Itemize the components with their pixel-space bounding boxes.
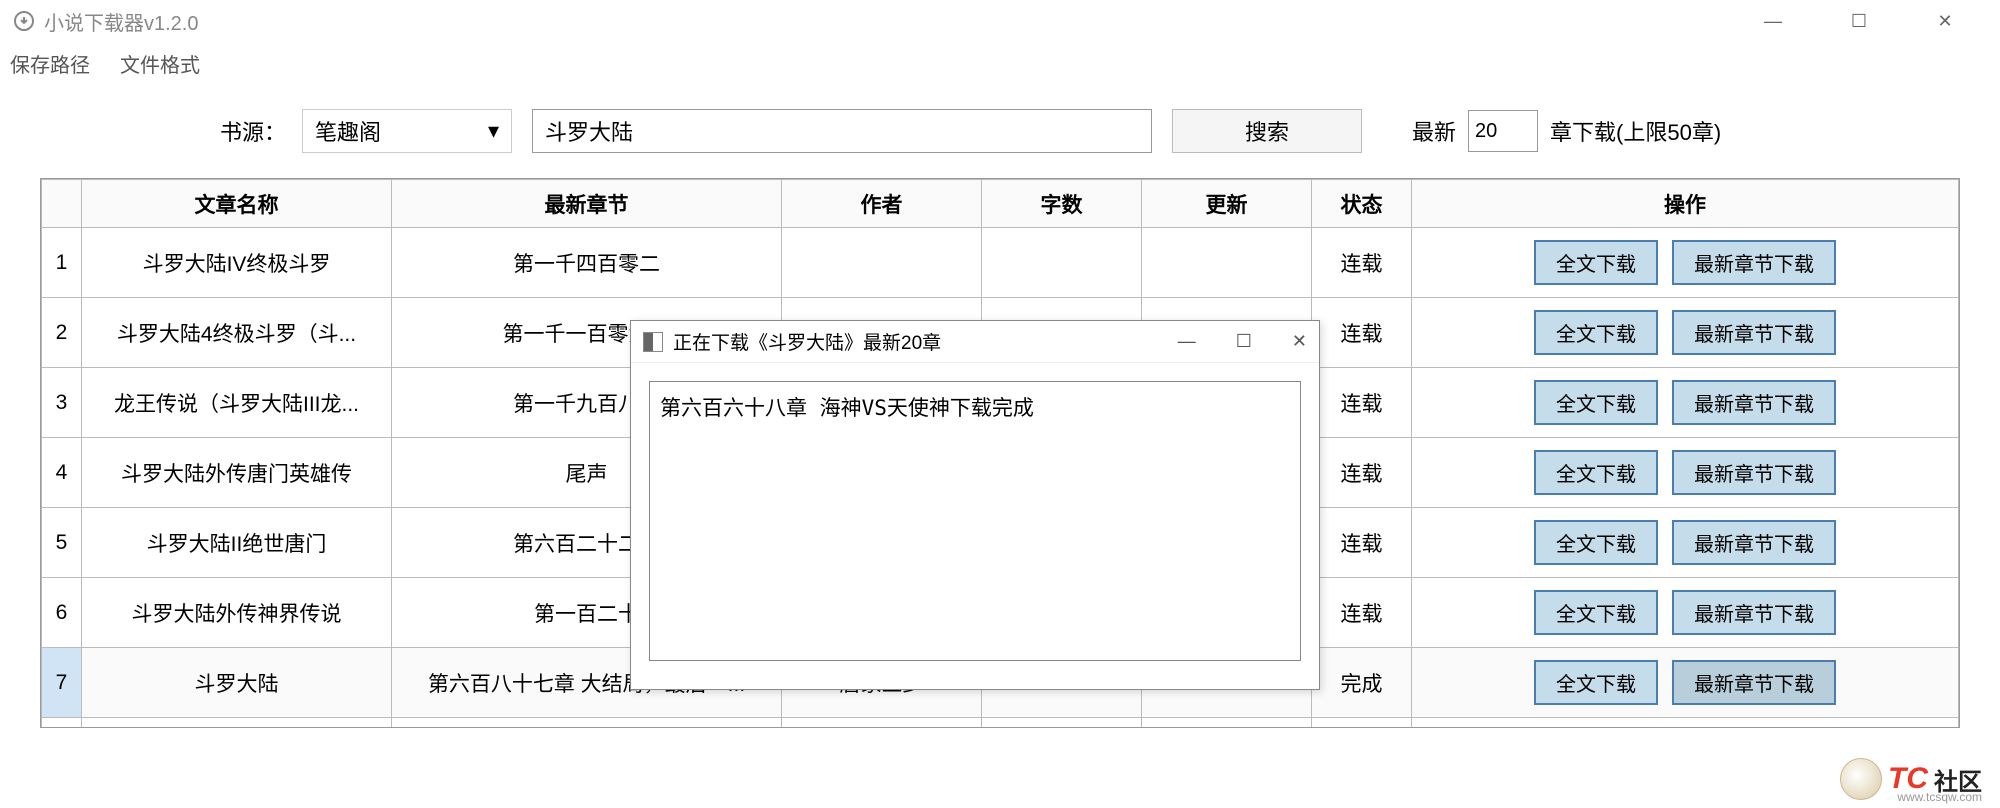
search-button[interactable]: 搜索: [1172, 109, 1362, 153]
latest-download-button[interactable]: 最新章节下载: [1672, 380, 1836, 425]
watermark-url: www.tcsqw.com: [1897, 790, 1982, 804]
row-index: 8: [42, 718, 82, 729]
cell-update: 19-07-11: [1142, 718, 1312, 729]
cell-actions: 全文下载 最新章节下载: [1412, 228, 1959, 298]
source-select[interactable]: 笔趣阁 ▾: [302, 109, 512, 153]
watermark: TC 社区 www.tcsqw.com: [1840, 758, 1982, 800]
search-input[interactable]: [532, 109, 1152, 153]
titlebar: 小说下载器v1.2.0 — ☐ ✕: [0, 0, 2000, 42]
mascot-icon: [1840, 758, 1882, 800]
cell-name: 龙王传说（斗罗大陆III龙...: [82, 368, 392, 438]
latest-download-button[interactable]: 最新章节下载: [1672, 590, 1836, 635]
dialog-controls: — ☐ ✕: [1178, 331, 1307, 352]
source-value: 笔趣阁: [315, 115, 381, 147]
table-row[interactable]: 1 斗罗大陆IV终极斗罗 第一千四百零二 连载 全文下载 最新章节下载: [42, 228, 1959, 298]
cell-name: 斗罗大陆II绝世唐门: [82, 508, 392, 578]
cell-update: [1142, 228, 1312, 298]
close-button[interactable]: ✕: [1922, 5, 1968, 37]
cell-name: 斗罗大陆: [82, 648, 392, 718]
window-controls: — ☐ ✕: [1750, 5, 1988, 37]
col-header-update: 更新: [1142, 180, 1312, 228]
col-header-words: 字数: [982, 180, 1142, 228]
menu-file-format[interactable]: 文件格式: [120, 49, 200, 78]
full-download-button[interactable]: 全文下载: [1534, 380, 1658, 425]
row-index: 6: [42, 578, 82, 648]
row-index: 1: [42, 228, 82, 298]
dialog-title: 正在下载《斗罗大陆》最新20章: [673, 328, 941, 355]
dialog-maximize-button[interactable]: ☐: [1236, 331, 1252, 352]
app-icon: [12, 9, 36, 33]
dialog-icon: [643, 332, 663, 352]
cell-actions: 全文下载 最新章节下载: [1412, 648, 1959, 718]
dialog-minimize-button[interactable]: —: [1178, 331, 1196, 352]
cell-actions: 全文下载 最新章节下载: [1412, 368, 1959, 438]
dialog-log[interactable]: [649, 381, 1301, 661]
cell-actions: 全文下载 最新章节下载: [1412, 508, 1959, 578]
cell-actions: 全文下载 最新章节下载: [1412, 438, 1959, 508]
cell-name: 斗罗大陆之绝世唐门: [82, 718, 392, 729]
full-download-button[interactable]: 全文下载: [1534, 590, 1658, 635]
table-row[interactable]: 8 斗罗大陆之绝世唐门 第八章 怪物老师 714562853 187K 19-0…: [42, 718, 1959, 729]
latest-download-button[interactable]: 最新章节下载: [1672, 660, 1836, 705]
menu-save-path[interactable]: 保存路径: [10, 49, 90, 78]
row-index: 5: [42, 508, 82, 578]
cell-status: 连载: [1312, 578, 1412, 648]
dialog-body: [631, 363, 1319, 684]
full-download-button[interactable]: 全文下载: [1534, 450, 1658, 495]
col-header-chapter: 最新章节: [392, 180, 782, 228]
cell-actions: 全文下载 最新章节下载: [1412, 718, 1959, 729]
row-index: 4: [42, 438, 82, 508]
latest-download-button[interactable]: 最新章节下载: [1672, 450, 1836, 495]
cell-status: 连载: [1312, 718, 1412, 729]
cell-name: 斗罗大陆外传神界传说: [82, 578, 392, 648]
caret-down-icon: ▾: [488, 118, 499, 144]
latest-download-button[interactable]: 最新章节下载: [1672, 240, 1836, 285]
suffix-label: 章下载(上限50章): [1550, 115, 1721, 147]
col-header-author: 作者: [782, 180, 982, 228]
cell-status: 连载: [1312, 508, 1412, 578]
col-header-actions: 操作: [1412, 180, 1959, 228]
maximize-button[interactable]: ☐: [1836, 5, 1882, 37]
dialog-close-button[interactable]: ✕: [1292, 331, 1307, 352]
col-header-status: 状态: [1312, 180, 1412, 228]
cell-status: 连载: [1312, 438, 1412, 508]
cell-status: 连载: [1312, 368, 1412, 438]
full-download-button[interactable]: 全文下载: [1534, 660, 1658, 705]
col-header-name: 文章名称: [82, 180, 392, 228]
cell-actions: 全文下载 最新章节下载: [1412, 578, 1959, 648]
full-download-button[interactable]: 全文下载: [1534, 520, 1658, 565]
cell-author: 714562853: [782, 718, 982, 729]
cell-words: [982, 228, 1142, 298]
cell-name: 斗罗大陆IV终极斗罗: [82, 228, 392, 298]
cell-status: 完成: [1312, 648, 1412, 718]
cell-status: 连载: [1312, 298, 1412, 368]
source-label: 书源：: [220, 115, 286, 147]
download-dialog: 正在下载《斗罗大陆》最新20章 — ☐ ✕: [630, 320, 1320, 690]
cell-status: 连载: [1312, 228, 1412, 298]
latest-download-button[interactable]: 最新章节下载: [1672, 310, 1836, 355]
cell-words: 187K: [982, 718, 1142, 729]
row-index: 3: [42, 368, 82, 438]
chapter-count-input[interactable]: [1468, 110, 1538, 152]
cell-name: 斗罗大陆外传唐门英雄传: [82, 438, 392, 508]
app-title: 小说下载器v1.2.0: [44, 7, 198, 36]
full-download-button[interactable]: 全文下载: [1534, 310, 1658, 355]
latest-download-button[interactable]: 最新章节下载: [1672, 520, 1836, 565]
col-header-index: [42, 180, 82, 228]
cell-chapter: 第一千四百零二: [392, 228, 782, 298]
latest-label: 最新: [1412, 115, 1456, 147]
full-download-button[interactable]: 全文下载: [1534, 240, 1658, 285]
dialog-titlebar[interactable]: 正在下载《斗罗大陆》最新20章 — ☐ ✕: [631, 321, 1319, 363]
cell-name: 斗罗大陆4终极斗罗（斗...: [82, 298, 392, 368]
cell-author: [782, 228, 982, 298]
minimize-button[interactable]: —: [1750, 5, 1796, 37]
search-bar: 书源： 笔趣阁 ▾ 搜索 最新 章下载(上限50章): [0, 84, 2000, 178]
cell-chapter: 第八章 怪物老师: [392, 718, 782, 729]
menubar: 保存路径 文件格式: [0, 42, 2000, 84]
row-index: 7: [42, 648, 82, 718]
row-index: 2: [42, 298, 82, 368]
cell-actions: 全文下载 最新章节下载: [1412, 298, 1959, 368]
